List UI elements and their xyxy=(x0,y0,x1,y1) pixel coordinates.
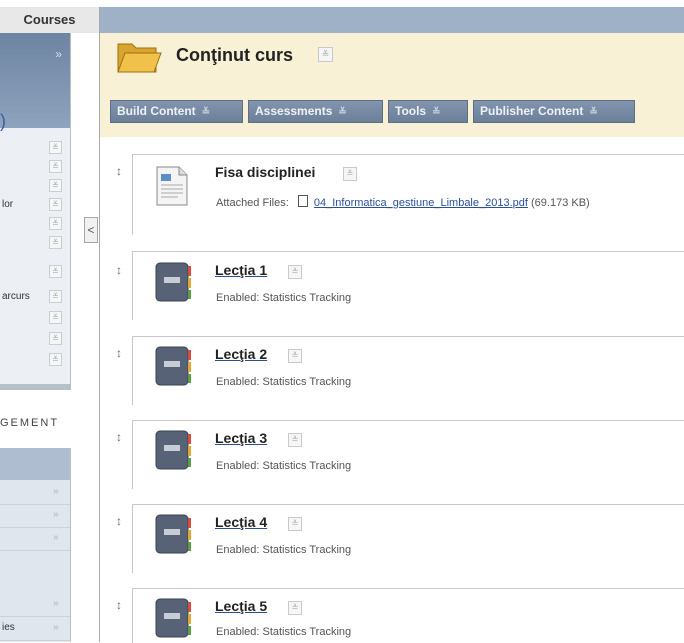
notebook-icon xyxy=(155,598,191,638)
management-item[interactable]: » xyxy=(0,594,70,617)
chevron-down-icon[interactable]: ≚ xyxy=(49,160,62,173)
assessments-label: Assessments xyxy=(255,104,333,118)
management-section-label: GEMENT xyxy=(0,417,60,429)
item-status: Enabled: Statistics Tracking xyxy=(216,626,352,638)
publisher-content-button[interactable]: Publisher Content ≚ xyxy=(473,100,635,123)
sidebar-item[interactable]: ≚ xyxy=(0,310,70,327)
chevron-right-icon: » xyxy=(53,598,59,609)
folder-icon xyxy=(117,43,162,73)
notebook-icon xyxy=(155,346,191,386)
page-title: Conţinut curs xyxy=(176,45,293,65)
document-icon xyxy=(156,166,188,206)
sidebar-item[interactable]: arcurs ≚ xyxy=(0,289,70,306)
chevron-down-icon[interactable]: ≚ xyxy=(288,433,302,447)
notebook-icon xyxy=(155,262,191,302)
management-item[interactable]: » xyxy=(0,505,70,528)
chevron-down-icon: ≚ xyxy=(432,107,441,118)
item-status: Enabled: Statistics Tracking xyxy=(216,292,352,304)
sidebar-item[interactable]: ≚ xyxy=(0,331,70,348)
chevron-down-icon[interactable]: ≚ xyxy=(49,198,62,211)
drag-handle-icon[interactable]: ↕ xyxy=(116,164,122,178)
item-title: Fisa disciplinei xyxy=(215,164,316,180)
attached-files-label: Attached Files: xyxy=(216,197,289,209)
drag-handle-icon[interactable]: ↕ xyxy=(116,598,122,612)
chevron-right-icon: » xyxy=(53,509,59,520)
chevron-right-icon: » xyxy=(53,486,59,497)
attachment-link[interactable]: 04_Informatica_gestiune_Limbale_2013.pdf xyxy=(314,197,528,209)
chevron-down-icon[interactable]: ≚ xyxy=(318,47,333,62)
tools-label: Tools xyxy=(395,104,427,118)
item-title[interactable]: Lecţia 3 xyxy=(215,430,267,446)
sidebar-item[interactable]: ≚ xyxy=(0,235,70,252)
top-navigation-bar xyxy=(0,7,684,33)
chevron-down-icon: ≚ xyxy=(201,107,211,118)
sidebar-item[interactable]: ≚ xyxy=(0,264,70,281)
attachment-size: (69.173 KB) xyxy=(531,197,590,209)
publisher-content-label: Publisher Content xyxy=(480,104,584,118)
chevron-down-icon[interactable]: ≚ xyxy=(343,167,357,181)
item-title[interactable]: Lecţia 5 xyxy=(215,598,267,614)
course-menu-header: » ) xyxy=(0,33,70,131)
attached-files-row: Attached Files: 04_Informatica_gestiune_… xyxy=(216,195,590,209)
drag-handle-icon[interactable]: ↕ xyxy=(116,263,122,277)
tools-button[interactable]: Tools ≚ xyxy=(388,100,468,123)
drag-handle-icon[interactable]: ↕ xyxy=(116,346,122,360)
attachment-icon xyxy=(297,195,308,207)
chevron-down-icon[interactable]: ≚ xyxy=(288,265,302,279)
item-status: Enabled: Statistics Tracking xyxy=(216,376,352,388)
chevron-down-icon[interactable]: ≚ xyxy=(49,290,62,303)
item-title[interactable]: Lecţia 4 xyxy=(215,514,267,530)
chevron-down-icon[interactable]: ≚ xyxy=(49,141,62,154)
chevron-down-icon[interactable]: ≚ xyxy=(49,179,62,192)
drag-handle-icon[interactable]: ↕ xyxy=(116,430,122,444)
notebook-icon xyxy=(155,430,191,470)
sidebar-item[interactable]: ≚ xyxy=(0,178,70,195)
sidebar-item[interactable]: ≚ xyxy=(0,140,70,157)
courses-tab[interactable]: Courses xyxy=(0,7,100,33)
build-content-label: Build Content xyxy=(117,104,196,118)
panel-divider xyxy=(0,384,71,390)
chevron-down-icon: ≚ xyxy=(589,107,598,118)
sidebar-item-label: arcurs xyxy=(2,291,30,302)
content-item xyxy=(132,588,684,643)
chevron-down-icon[interactable]: ≚ xyxy=(288,349,302,363)
chevron-right-icon: » xyxy=(53,532,59,543)
drag-handle-icon[interactable]: ↕ xyxy=(116,514,122,528)
management-item[interactable]: ies » xyxy=(0,618,70,641)
chevron-down-icon[interactable]: ≚ xyxy=(49,332,62,345)
chevron-down-icon[interactable]: ≚ xyxy=(49,236,62,249)
sidebar-item[interactable]: ≚ xyxy=(0,352,70,369)
chevron-down-icon[interactable]: ≚ xyxy=(288,601,302,615)
chevron-left-icon: < xyxy=(87,223,95,237)
sidebar-item[interactable]: ≚ xyxy=(0,159,70,176)
build-content-button[interactable]: Build Content ≚ xyxy=(110,100,243,123)
chevron-down-icon[interactable]: ≚ xyxy=(288,517,302,531)
chevron-down-icon[interactable]: ≚ xyxy=(49,311,62,324)
bracket-glyph: ) xyxy=(0,111,6,131)
management-item[interactable]: » xyxy=(0,482,70,505)
chevron-down-icon[interactable]: ≚ xyxy=(49,217,62,230)
management-item[interactable]: » xyxy=(0,528,70,551)
management-item-label: ies xyxy=(2,622,15,633)
item-title[interactable]: Lecţia 1 xyxy=(215,262,267,278)
chevron-right-icon: » xyxy=(53,622,59,633)
sidebar-item-label: lor xyxy=(2,199,14,210)
expand-arrow-icon[interactable]: » xyxy=(55,47,62,61)
collapse-menu-button[interactable]: < xyxy=(84,217,98,243)
sidebar-item[interactable]: lor ≚ xyxy=(0,197,70,214)
chevron-down-icon[interactable]: ≚ xyxy=(49,265,62,278)
item-status: Enabled: Statistics Tracking xyxy=(216,544,352,556)
chevron-down-icon[interactable]: ≚ xyxy=(49,353,62,366)
sidebar-item[interactable]: ≚ xyxy=(0,216,70,233)
assessments-button[interactable]: Assessments ≚ xyxy=(248,100,383,123)
management-panel-header xyxy=(0,448,70,480)
item-status: Enabled: Statistics Tracking xyxy=(216,460,352,472)
notebook-icon xyxy=(155,514,191,554)
item-title[interactable]: Lecţia 2 xyxy=(215,346,267,362)
chevron-down-icon: ≚ xyxy=(338,107,347,118)
